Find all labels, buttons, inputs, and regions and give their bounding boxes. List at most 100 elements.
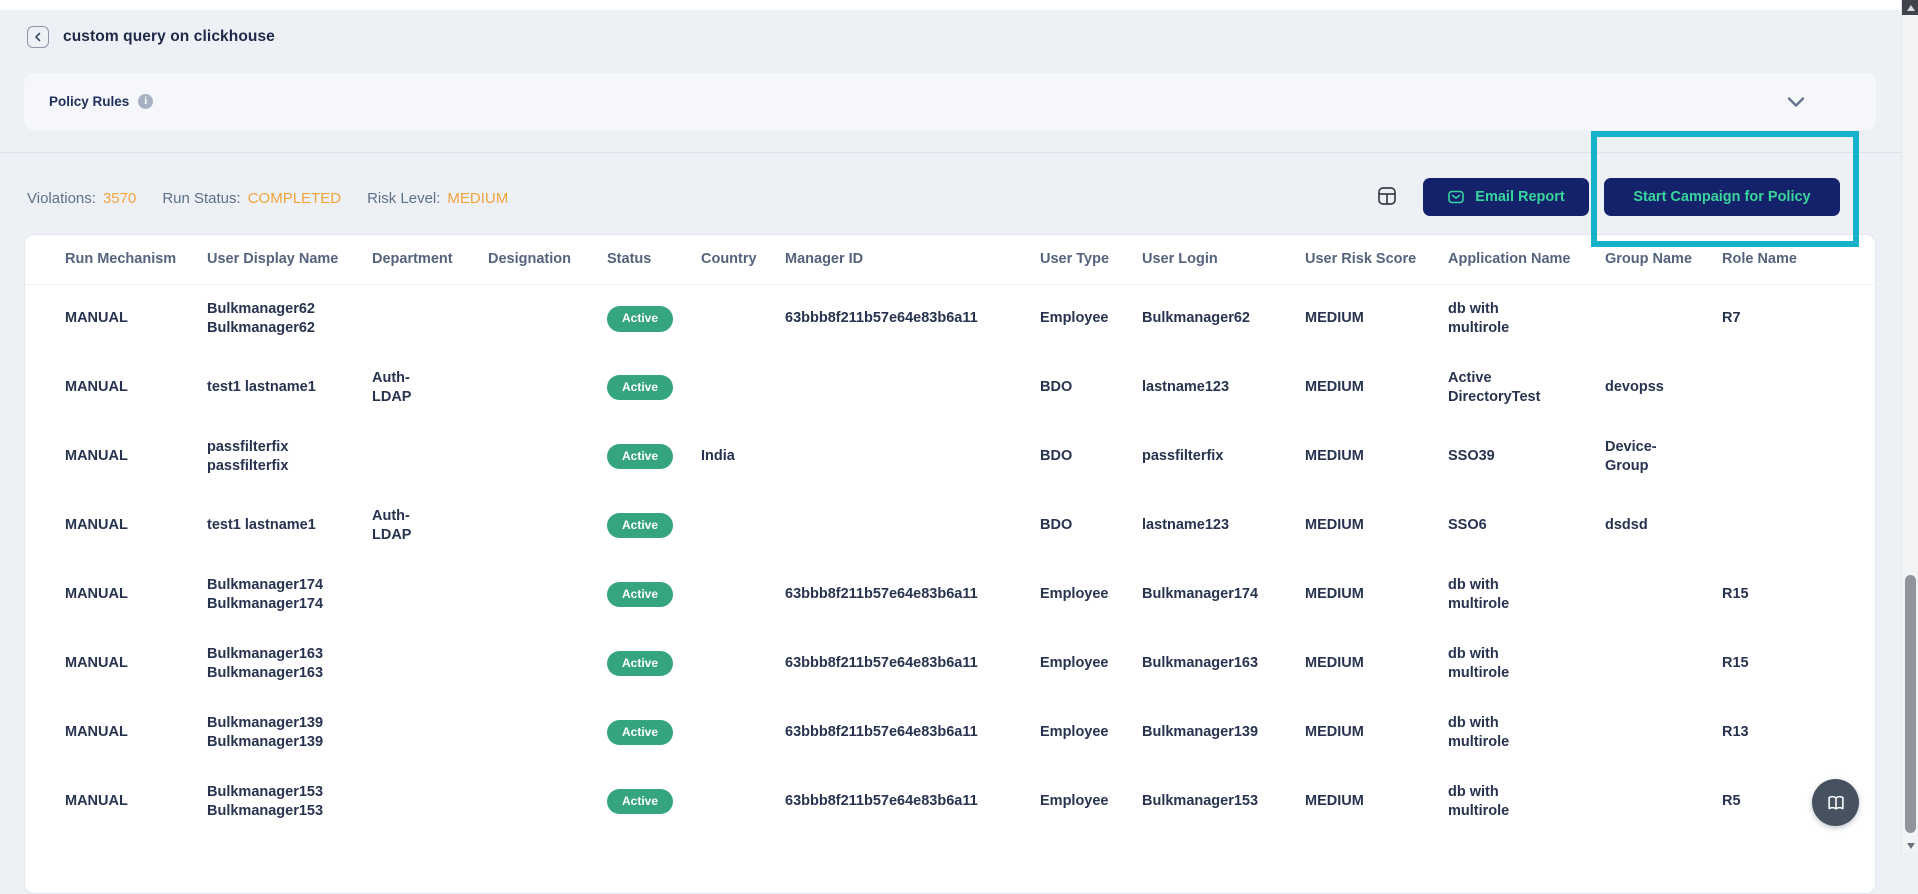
column-header-role_name[interactable]: Role Name	[1722, 235, 1875, 284]
cell-country: India	[701, 422, 785, 491]
cell-designation	[488, 629, 607, 698]
column-header-group_name[interactable]: Group Name	[1605, 235, 1722, 284]
back-button[interactable]	[27, 26, 49, 48]
column-header-country[interactable]: Country	[701, 235, 785, 284]
cell-run_mechanism: MANUAL	[25, 560, 207, 629]
cell-status: Active	[607, 422, 701, 491]
cell-user_risk_score: MEDIUM	[1305, 767, 1448, 836]
cell-user_display_name: Bulkmanager62 Bulkmanager62	[207, 284, 372, 353]
scrollbar-thumb[interactable]	[1905, 575, 1916, 833]
cell-manager_id	[785, 422, 1040, 491]
column-header-user_risk_score[interactable]: User Risk Score	[1305, 235, 1448, 284]
cell-designation	[488, 422, 607, 491]
cell-manager_id: 63bbb8f211b57e64e83b6a11	[785, 629, 1040, 698]
email-report-button[interactable]: Email Report	[1423, 178, 1589, 216]
cell-application_name: db with multirole	[1448, 767, 1605, 836]
column-header-user_login[interactable]: User Login	[1142, 235, 1305, 284]
table-row: MANUALpassfilterfix passfilterfixActiveI…	[25, 422, 1875, 491]
cell-user_type: BDO	[1040, 422, 1142, 491]
cell-group_name: Device- Group	[1605, 422, 1722, 491]
cell-role_name: R15	[1722, 629, 1875, 698]
status-badge: Active	[607, 651, 673, 677]
column-header-user_display_name[interactable]: User Display Name	[207, 235, 372, 284]
info-icon[interactable]: i	[138, 94, 153, 109]
cell-user_type: BDO	[1040, 353, 1142, 422]
cell-department	[372, 422, 488, 491]
cell-application_name: db with multirole	[1448, 560, 1605, 629]
table-columns-icon[interactable]	[1376, 185, 1398, 207]
cell-user_type: Employee	[1040, 629, 1142, 698]
triangle-down-icon	[1907, 843, 1915, 849]
violations-table-card: Run MechanismUser Display NameDepartment…	[24, 234, 1876, 894]
cell-department	[372, 560, 488, 629]
cell-run_mechanism: MANUAL	[25, 353, 207, 422]
cell-user_type: Employee	[1040, 767, 1142, 836]
cell-user_login: lastname123	[1142, 491, 1305, 560]
cell-status: Active	[607, 698, 701, 767]
column-header-manager_id[interactable]: Manager ID	[785, 235, 1040, 284]
cell-user_login: Bulkmanager139	[1142, 698, 1305, 767]
cell-run_mechanism: MANUAL	[25, 767, 207, 836]
title-row: custom query on clickhouse	[27, 26, 275, 48]
column-header-application_name[interactable]: Application Name	[1448, 235, 1605, 284]
cell-run_mechanism: MANUAL	[25, 422, 207, 491]
cell-designation	[488, 767, 607, 836]
cell-manager_id: 63bbb8f211b57e64e83b6a11	[785, 767, 1040, 836]
cell-user_type: Employee	[1040, 560, 1142, 629]
table-row: MANUALBulkmanager163 Bulkmanager163Activ…	[25, 629, 1875, 698]
column-header-status[interactable]: Status	[607, 235, 701, 284]
cell-group_name	[1605, 698, 1722, 767]
cell-designation	[488, 560, 607, 629]
cell-user_risk_score: MEDIUM	[1305, 422, 1448, 491]
table-header-row: Run MechanismUser Display NameDepartment…	[25, 235, 1875, 284]
risk-level: Risk Level: MEDIUM	[367, 190, 508, 207]
cell-user_display_name: Bulkmanager174 Bulkmanager174	[207, 560, 372, 629]
section-divider	[0, 152, 1901, 153]
cell-user_risk_score: MEDIUM	[1305, 629, 1448, 698]
cell-user_type: Employee	[1040, 284, 1142, 353]
cell-group_name: devopss	[1605, 353, 1722, 422]
cell-status: Active	[607, 767, 701, 836]
table-row: MANUALBulkmanager174 Bulkmanager174 Activ…	[25, 560, 1875, 629]
triangle-up-icon	[1907, 5, 1915, 11]
cell-status: Active	[607, 353, 701, 422]
cell-country	[701, 698, 785, 767]
chevron-left-icon	[33, 32, 43, 42]
cell-user_login: Bulkmanager62	[1142, 284, 1305, 353]
status-bar: Violations: 3570 Run Status: COMPLETED R…	[27, 190, 508, 207]
cell-application_name: db with multirole	[1448, 698, 1605, 767]
cell-status: Active	[607, 560, 701, 629]
cell-designation	[488, 491, 607, 560]
vertical-scrollbar[interactable]	[1901, 0, 1918, 853]
column-header-run_mechanism[interactable]: Run Mechanism	[25, 235, 207, 284]
cell-manager_id: 63bbb8f211b57e64e83b6a11	[785, 560, 1040, 629]
cell-application_name: db with multirole	[1448, 629, 1605, 698]
cell-department	[372, 629, 488, 698]
column-header-user_type[interactable]: User Type	[1040, 235, 1142, 284]
policy-rules-panel[interactable]: Policy Rules i	[24, 73, 1876, 130]
cell-group_name	[1605, 560, 1722, 629]
cell-status: Active	[607, 491, 701, 560]
table-row: MANUALtest1 lastname1Auth- LDAPActiveBDO…	[25, 491, 1875, 560]
cell-user_display_name: test1 lastname1	[207, 491, 372, 560]
cell-user_display_name: test1 lastname1	[207, 353, 372, 422]
cell-application_name: Active DirectoryTest	[1448, 353, 1605, 422]
column-header-designation[interactable]: Designation	[488, 235, 607, 284]
chevron-down-icon[interactable]	[1786, 96, 1806, 108]
table-row: MANUALBulkmanager62 Bulkmanager62Active6…	[25, 284, 1875, 353]
cell-country	[701, 353, 785, 422]
cell-application_name: SSO6	[1448, 491, 1605, 560]
cell-application_name: SSO39	[1448, 422, 1605, 491]
scroll-down-arrow[interactable]	[1902, 838, 1918, 853]
email-icon	[1447, 188, 1465, 206]
cell-role_name: R7	[1722, 284, 1875, 353]
cell-user_risk_score: MEDIUM	[1305, 353, 1448, 422]
column-header-department[interactable]: Department	[372, 235, 488, 284]
help-docs-fab[interactable]	[1812, 779, 1859, 826]
cell-user_display_name: Bulkmanager163 Bulkmanager163	[207, 629, 372, 698]
violations-table: Run MechanismUser Display NameDepartment…	[25, 235, 1875, 836]
cell-application_name: db with multirole	[1448, 284, 1605, 353]
start-campaign-button[interactable]: Start Campaign for Policy	[1604, 178, 1840, 216]
table-row: MANUALtest1 lastname1Auth- LDAPActiveBDO…	[25, 353, 1875, 422]
scroll-up-arrow[interactable]	[1902, 0, 1918, 15]
